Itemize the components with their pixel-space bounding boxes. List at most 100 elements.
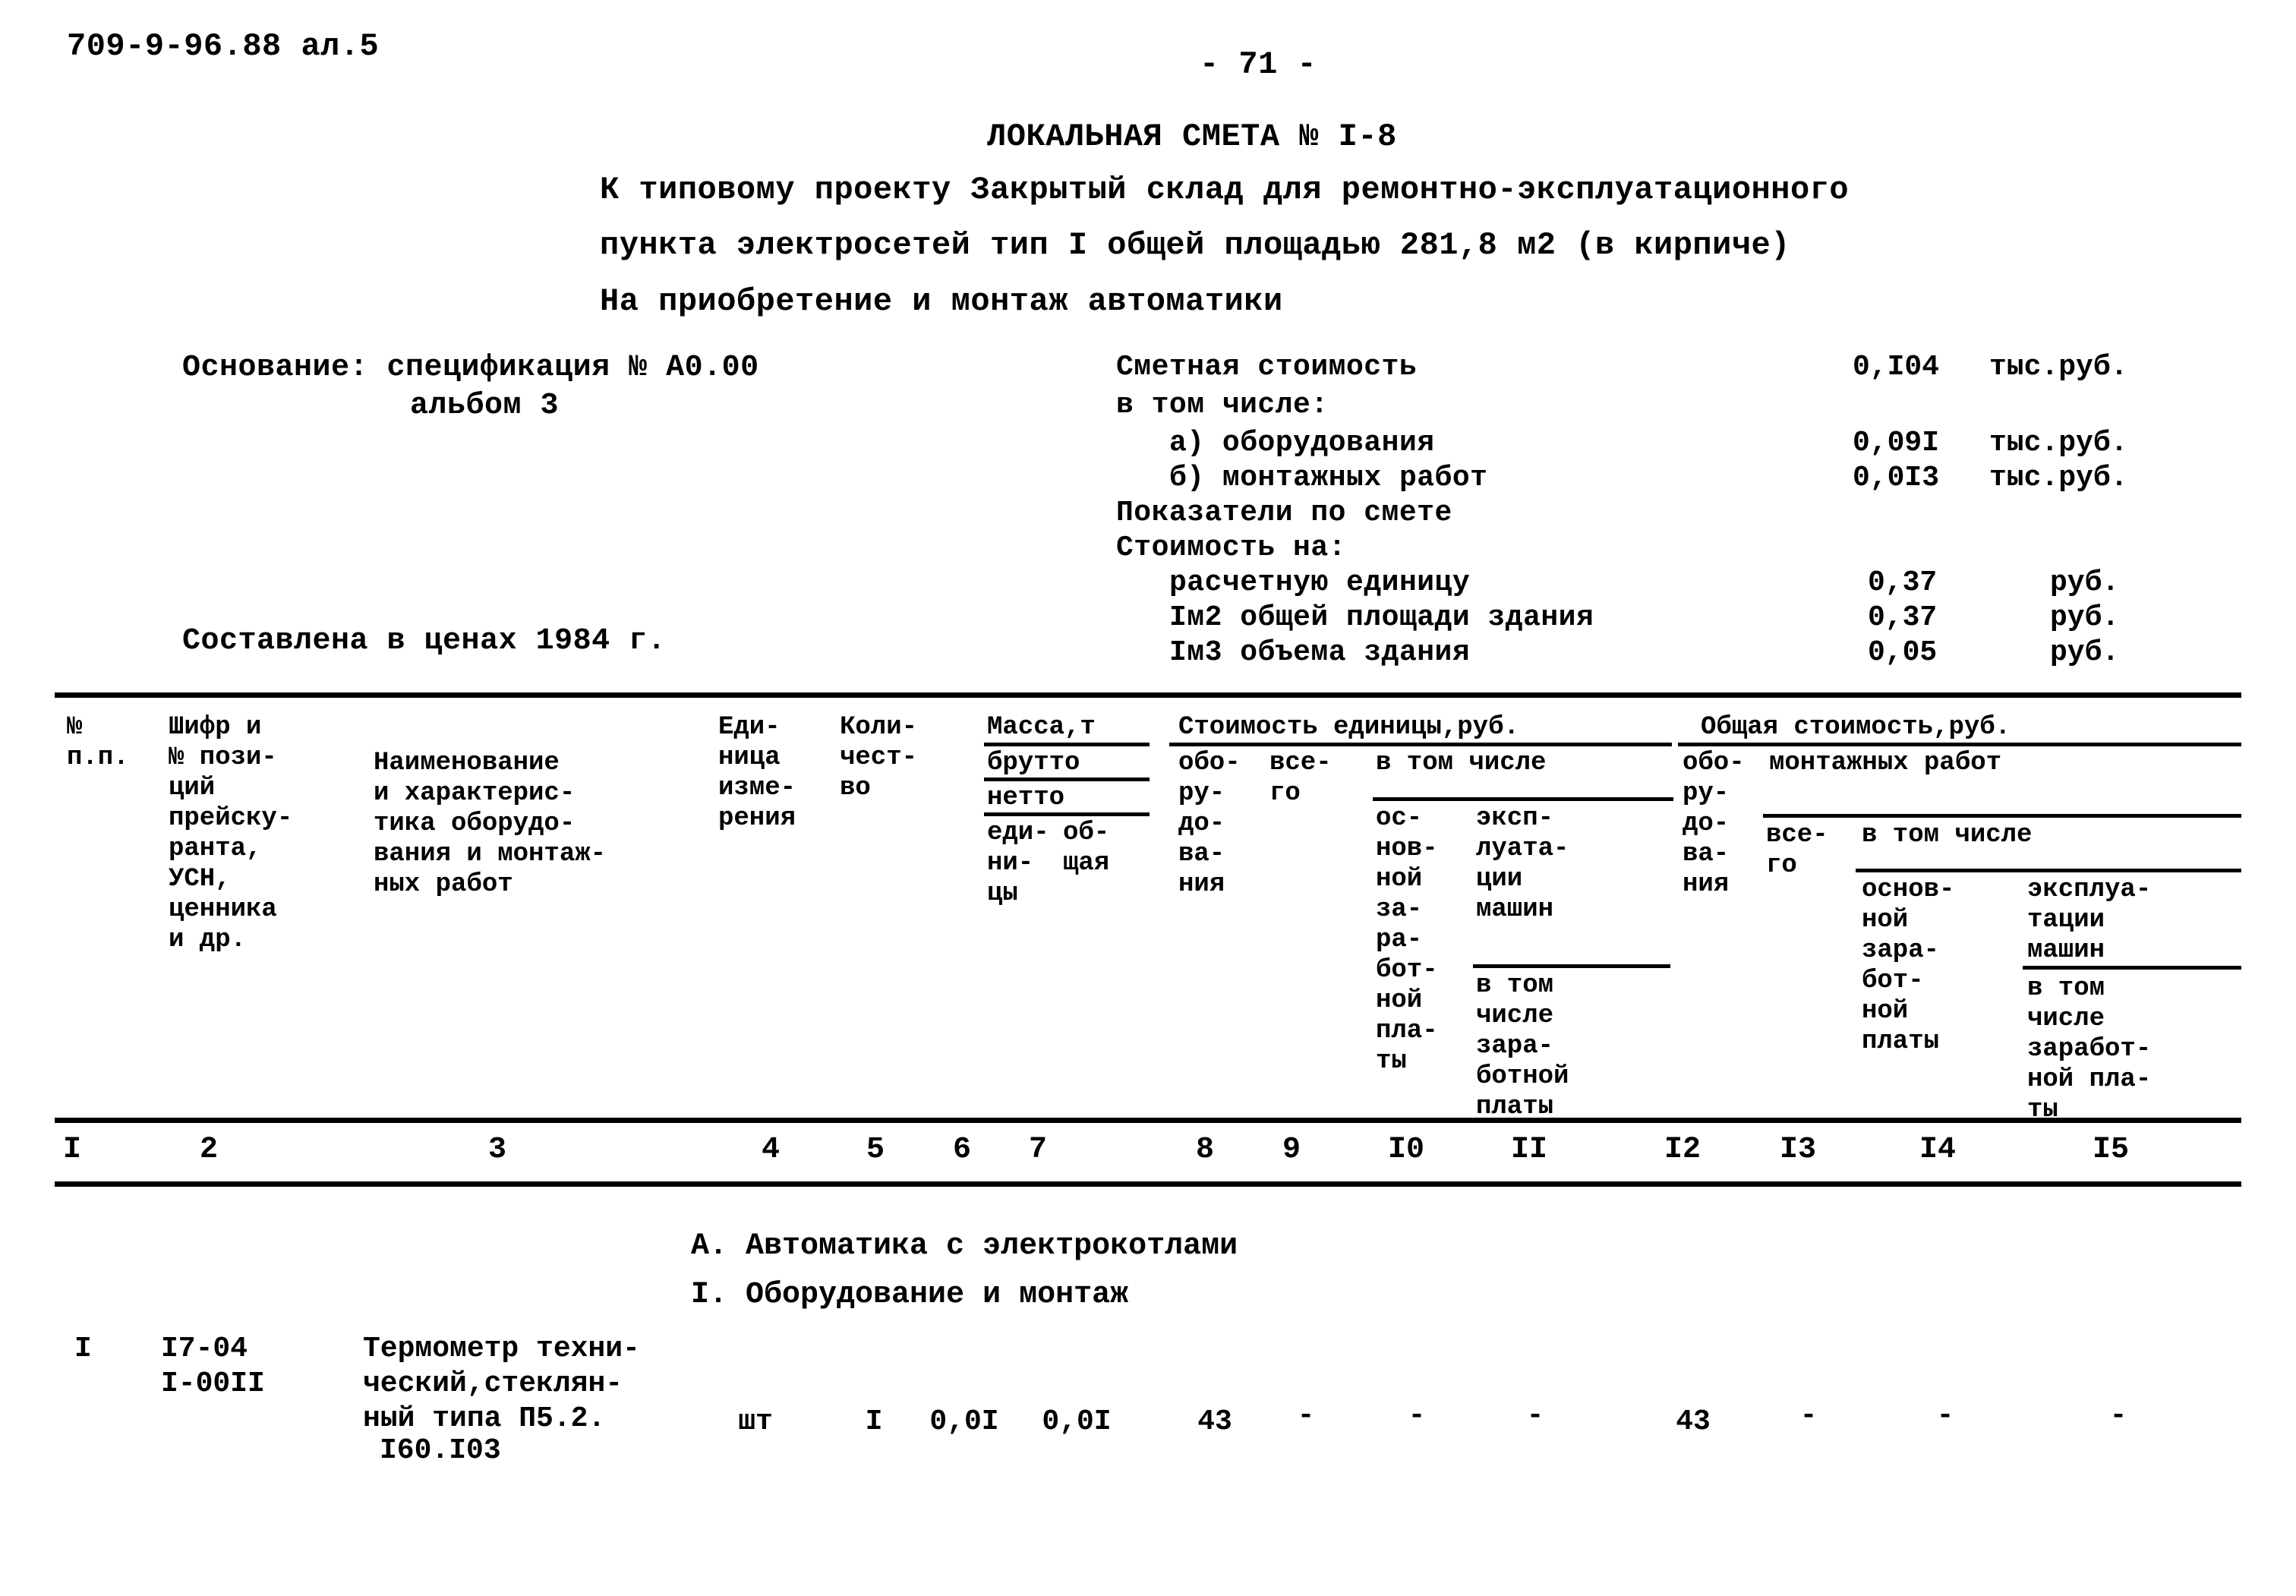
header-col-11: эксп- луата- ции машин bbox=[1476, 804, 1569, 924]
unit-calc-label: расчетную единицу bbox=[1169, 566, 1471, 599]
header-mass-netto: нетто bbox=[987, 784, 1065, 812]
smeta-page: 709-9-96.88 ал.5 - 71 - ЛОКАЛЬНАЯ СМЕТА … bbox=[0, 0, 2296, 1596]
page-title: ЛОКАЛЬНАЯ СМЕТА № I-8 bbox=[987, 118, 1397, 155]
per-m2-value: 0,37 bbox=[1868, 601, 1938, 634]
unit-calc-unit: руб. bbox=[2050, 566, 2120, 599]
install-label: б) монтажных работ bbox=[1169, 462, 1488, 494]
column-number-15: I5 bbox=[2092, 1133, 2129, 1167]
column-number-10: I0 bbox=[1387, 1133, 1424, 1167]
table-row-unit: шт bbox=[738, 1405, 773, 1438]
table-row-mass-unit: 0,0I bbox=[929, 1405, 999, 1438]
column-number-3: 3 bbox=[487, 1133, 506, 1167]
equipment-label: а) оборудования bbox=[1169, 427, 1435, 459]
table-top-rule bbox=[55, 692, 2241, 698]
header-install-group: монтажных работ bbox=[1769, 749, 2002, 777]
column-number-14: I4 bbox=[1919, 1133, 1956, 1167]
header-col-4: Еди- ница изме- рения bbox=[718, 713, 796, 833]
column-number-6: 6 bbox=[952, 1133, 971, 1167]
header-total-incl: в том числе bbox=[1862, 821, 2033, 850]
subtitle-line-1: К типовому проекту Закрытый склад для ре… bbox=[600, 172, 1850, 208]
col15-sub-rule bbox=[2023, 966, 2241, 970]
per-m2-unit: руб. bbox=[2050, 601, 2120, 634]
header-col-6: еди- ни- цы bbox=[987, 819, 1049, 908]
table-row-cost-machines: - bbox=[1526, 1399, 1544, 1432]
column-number-1: I bbox=[62, 1133, 81, 1167]
header-col-5: Коли- чест- во bbox=[840, 713, 918, 803]
unit-cost-group-rule bbox=[1169, 743, 1672, 746]
table-row-name-3: ный типа П5.2. bbox=[363, 1402, 606, 1435]
mass-group-rule bbox=[984, 743, 1150, 746]
header-unit-incl: в том числе bbox=[1376, 749, 1547, 777]
table-row-total-basic-wage: - bbox=[1936, 1399, 1954, 1432]
header-col-10: ос- нов- ной за- ра- бот- ной пла- ты bbox=[1376, 804, 1438, 1076]
section-heading-a: А. Автоматика с электрокотлами bbox=[691, 1229, 1238, 1263]
total-cost-label: Сметная стоимость bbox=[1116, 351, 1418, 383]
per-m3-value: 0,05 bbox=[1868, 636, 1938, 669]
column-number-13: I3 bbox=[1779, 1133, 1816, 1167]
column-number-7: 7 bbox=[1028, 1133, 1047, 1167]
table-row-num: I bbox=[74, 1333, 92, 1365]
header-col-12: обо- ру- до- ва- ния bbox=[1683, 749, 1745, 899]
header-unit-cost-group: Стоимость единицы,руб. bbox=[1178, 713, 1519, 742]
mass-brutto-rule bbox=[984, 777, 1150, 781]
column-numbers-bottom-rule bbox=[55, 1181, 2241, 1187]
column-numbers-top-rule bbox=[55, 1118, 2241, 1123]
mass-netto-rule bbox=[984, 812, 1150, 816]
table-row-name-1: Термометр техни- bbox=[363, 1333, 640, 1365]
table-row-total-all: - bbox=[1799, 1399, 1818, 1432]
header-total-cost-group: Общая стоимость,руб. bbox=[1701, 713, 2011, 742]
equipment-unit: тыс.руб. bbox=[1989, 427, 2128, 459]
table-row-cost-basic-wage: - bbox=[1408, 1399, 1426, 1432]
header-col-13: все- го bbox=[1766, 821, 1828, 880]
column-number-12: I2 bbox=[1664, 1133, 1701, 1167]
column-number-11: II bbox=[1510, 1133, 1547, 1167]
subtitle-line-3: На приобретение и монтаж автоматики bbox=[600, 283, 1283, 320]
cost-per-label: Стоимость на: bbox=[1116, 531, 1346, 564]
header-col-15: эксплуа- тации машин bbox=[2027, 875, 2152, 965]
header-col-7: об- щая bbox=[1063, 819, 1110, 878]
total-incl-rule bbox=[1856, 869, 2241, 872]
table-row-cost-all: - bbox=[1297, 1399, 1315, 1432]
header-col-14: основ- ной зара- бот- ной платы bbox=[1862, 875, 1955, 1056]
table-row-name-4: I60.I03 bbox=[380, 1434, 501, 1467]
header-col-15-sub: в том числе заработ- ной пла- ты bbox=[2027, 974, 2152, 1124]
per-m2-label: Iм2 общей площади здания bbox=[1169, 601, 1594, 634]
column-number-2: 2 bbox=[199, 1133, 218, 1167]
table-row-mass-total: 0,0I bbox=[1042, 1405, 1112, 1438]
section-heading-1: I. Оборудование и монтаж bbox=[691, 1278, 1129, 1312]
header-col-2: Шифр и № пози- ций прейску- ранта, УСН, … bbox=[169, 713, 293, 954]
install-group-rule bbox=[1763, 814, 2241, 818]
including-label: в том числе: bbox=[1116, 389, 1329, 421]
table-row-name-2: ческий,стеклян- bbox=[363, 1367, 623, 1400]
total-cost-group-rule bbox=[1678, 743, 2241, 746]
column-number-5: 5 bbox=[866, 1133, 885, 1167]
table-row-total-machines: - bbox=[2109, 1399, 2127, 1432]
equipment-value: 0,09I bbox=[1853, 427, 1940, 459]
basis-album: альбом 3 bbox=[410, 389, 560, 423]
header-col-11-sub: в том числе зара- ботной платы bbox=[1476, 971, 1569, 1121]
header-col-8: обо- ру- до- ва- ния bbox=[1178, 749, 1241, 899]
table-row-qty: I bbox=[865, 1405, 883, 1438]
prices-note: Составлена в ценах 1984 г. bbox=[182, 624, 667, 658]
table-row-cost-equip: 43 bbox=[1197, 1405, 1232, 1438]
per-m3-label: Iм3 объема здания bbox=[1169, 636, 1471, 669]
install-value: 0,0I3 bbox=[1853, 462, 1940, 494]
basis-label: Основание: спецификация № А0.00 bbox=[182, 351, 759, 385]
page-number: - 71 - bbox=[1200, 46, 1317, 83]
unit-incl-rule bbox=[1373, 797, 1673, 801]
header-col-3: Наименование и характерис- тика оборудо-… bbox=[374, 749, 607, 899]
table-row-code-2: I-00II bbox=[161, 1367, 265, 1400]
total-cost-unit: тыс.руб. bbox=[1989, 351, 2128, 383]
header-mass-group: Масса,т bbox=[987, 713, 1096, 742]
column-number-4: 4 bbox=[761, 1133, 780, 1167]
total-cost-value: 0,I04 bbox=[1853, 351, 1940, 383]
header-mass-brutto: брутто bbox=[987, 749, 1080, 777]
install-unit: тыс.руб. bbox=[1989, 462, 2128, 494]
column-number-8: 8 bbox=[1195, 1133, 1214, 1167]
header-col-9: все- го bbox=[1269, 749, 1332, 808]
col11-sub-rule bbox=[1473, 964, 1670, 968]
table-row-code-1: I7-04 bbox=[161, 1333, 248, 1365]
header-col-1: № п.п. bbox=[67, 713, 129, 772]
indicators-label: Показатели по смете bbox=[1116, 497, 1452, 529]
column-number-9: 9 bbox=[1282, 1133, 1301, 1167]
